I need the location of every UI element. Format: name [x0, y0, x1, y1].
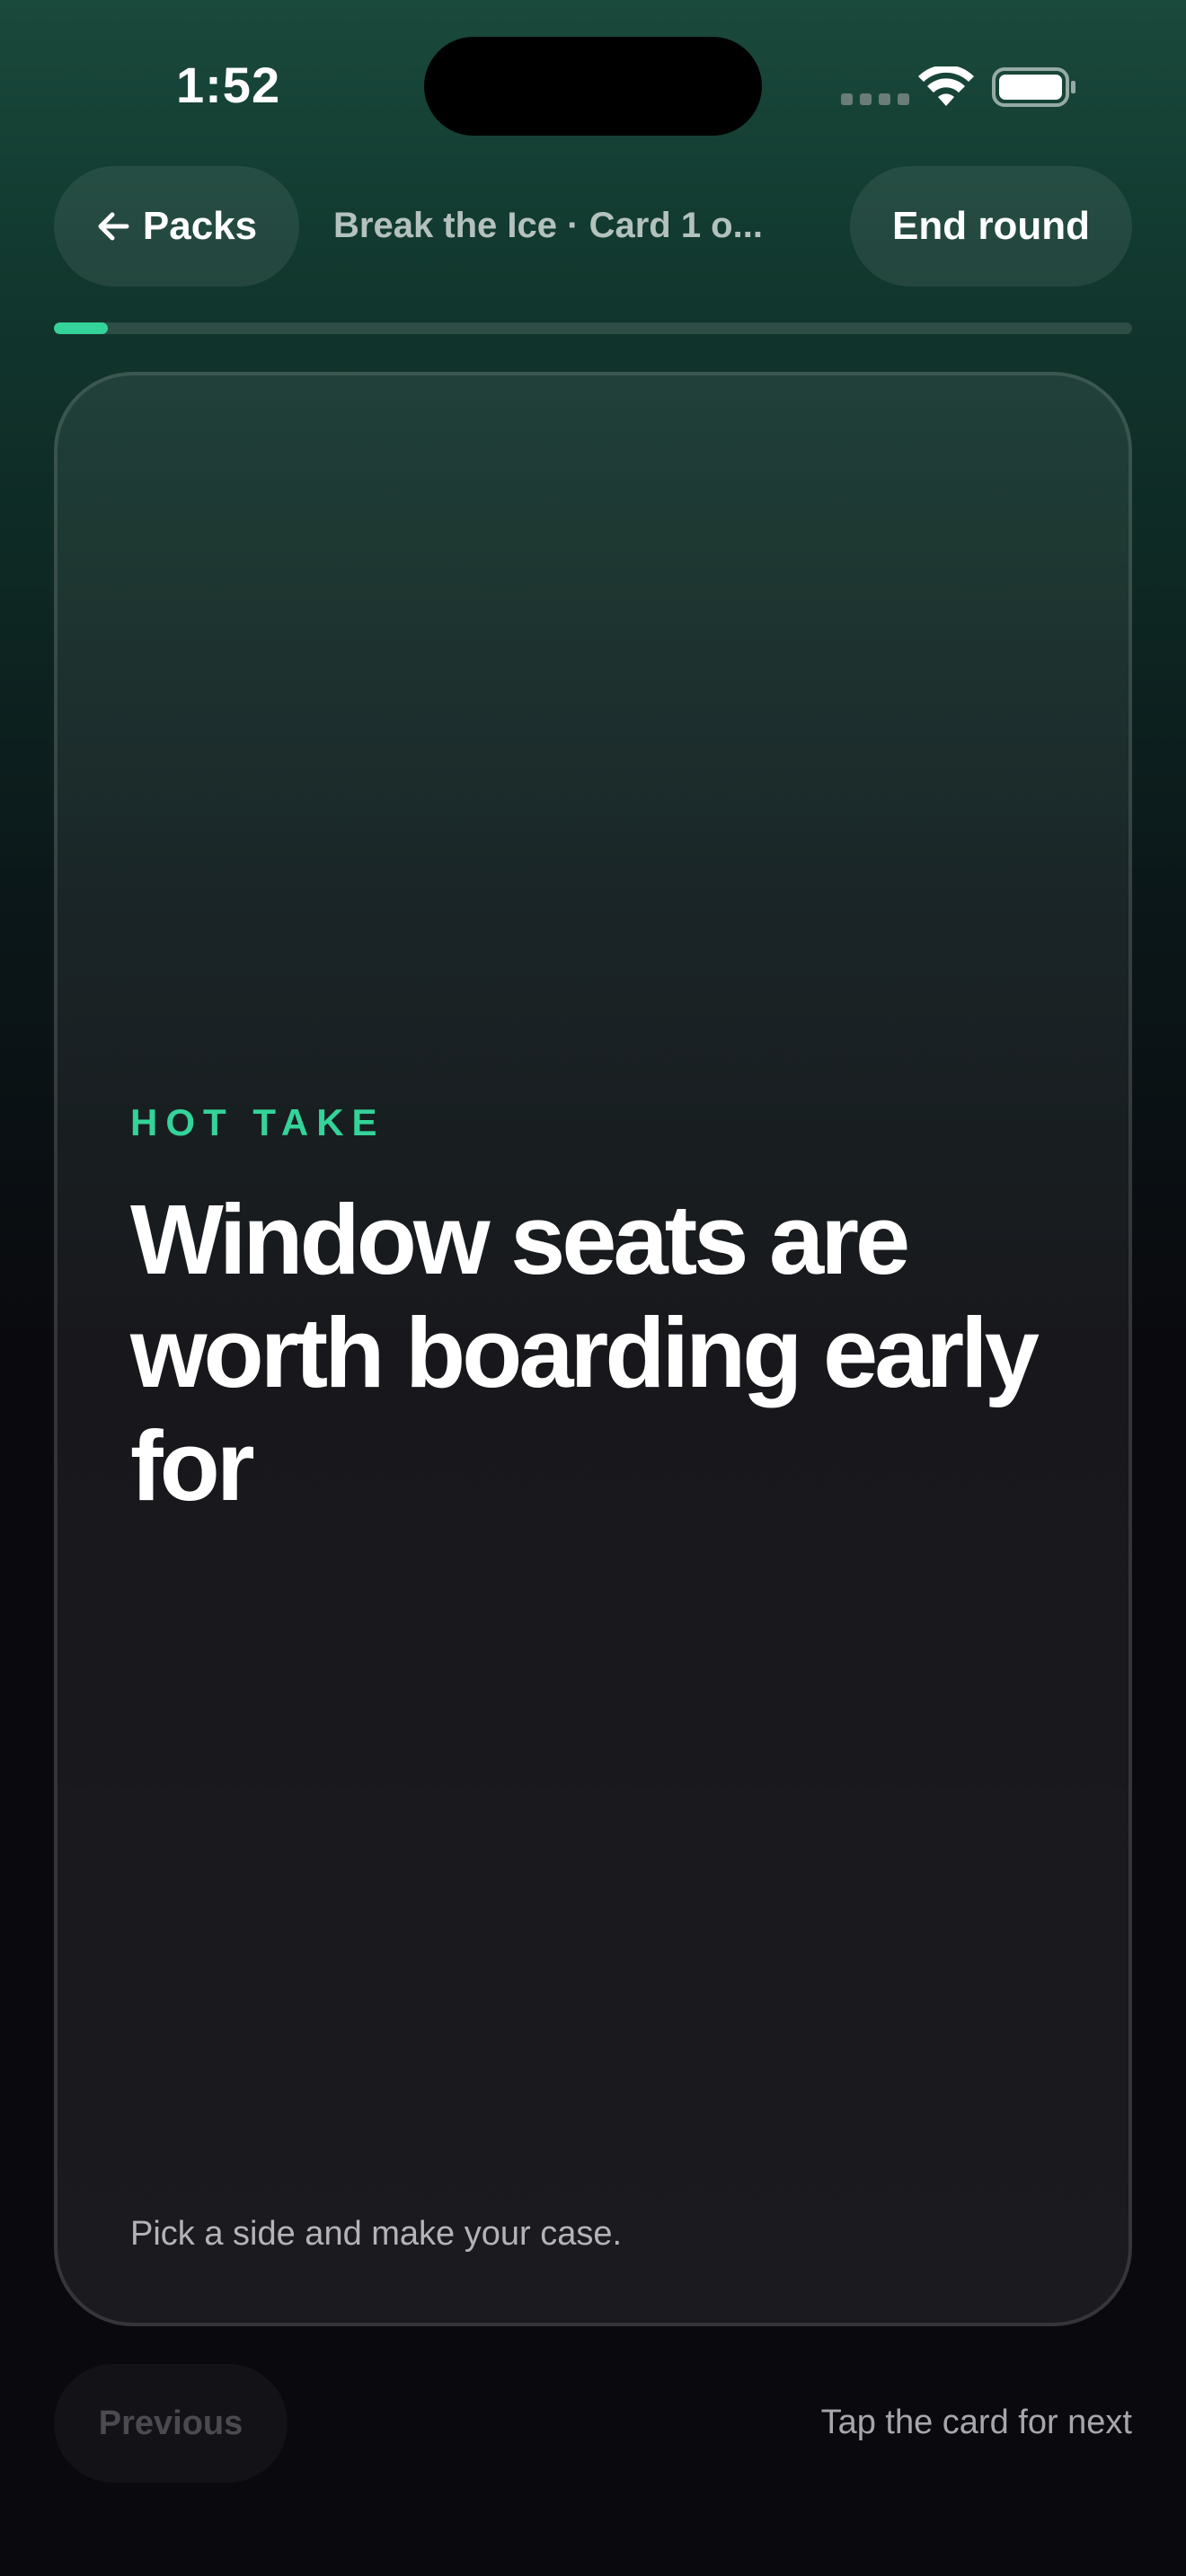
previous-button[interactable]: Previous — [54, 2364, 288, 2483]
progress-fill — [54, 322, 108, 334]
wifi-icon — [918, 66, 974, 106]
end-round-label: End round — [892, 204, 1090, 248]
next-hint: Tap the card for next — [820, 2404, 1132, 2441]
status-bar: 1:52 — [0, 0, 1186, 171]
progress-bar — [54, 322, 1132, 334]
battery-icon — [992, 67, 1075, 107]
cellular-signal-icon — [841, 93, 909, 105]
dynamic-island — [424, 37, 762, 136]
status-time: 1:52 — [176, 57, 281, 113]
end-round-button[interactable]: End round — [850, 166, 1132, 287]
card-prompt: Window seats are worth boarding early fo… — [130, 1185, 1040, 1522]
round-title: Break the Ice · Card 1 o... — [333, 206, 763, 245]
arrow-left-icon — [98, 212, 129, 241]
previous-label: Previous — [98, 2404, 243, 2442]
prompt-card[interactable]: HOT TAKE Window seats are worth boarding… — [54, 372, 1132, 2326]
back-button-label: Packs — [142, 204, 258, 248]
card-hint: Pick a side and make your case. — [130, 2215, 623, 2253]
card-category: HOT TAKE — [130, 1101, 385, 1143]
back-to-packs-button[interactable]: Packs — [54, 166, 299, 287]
